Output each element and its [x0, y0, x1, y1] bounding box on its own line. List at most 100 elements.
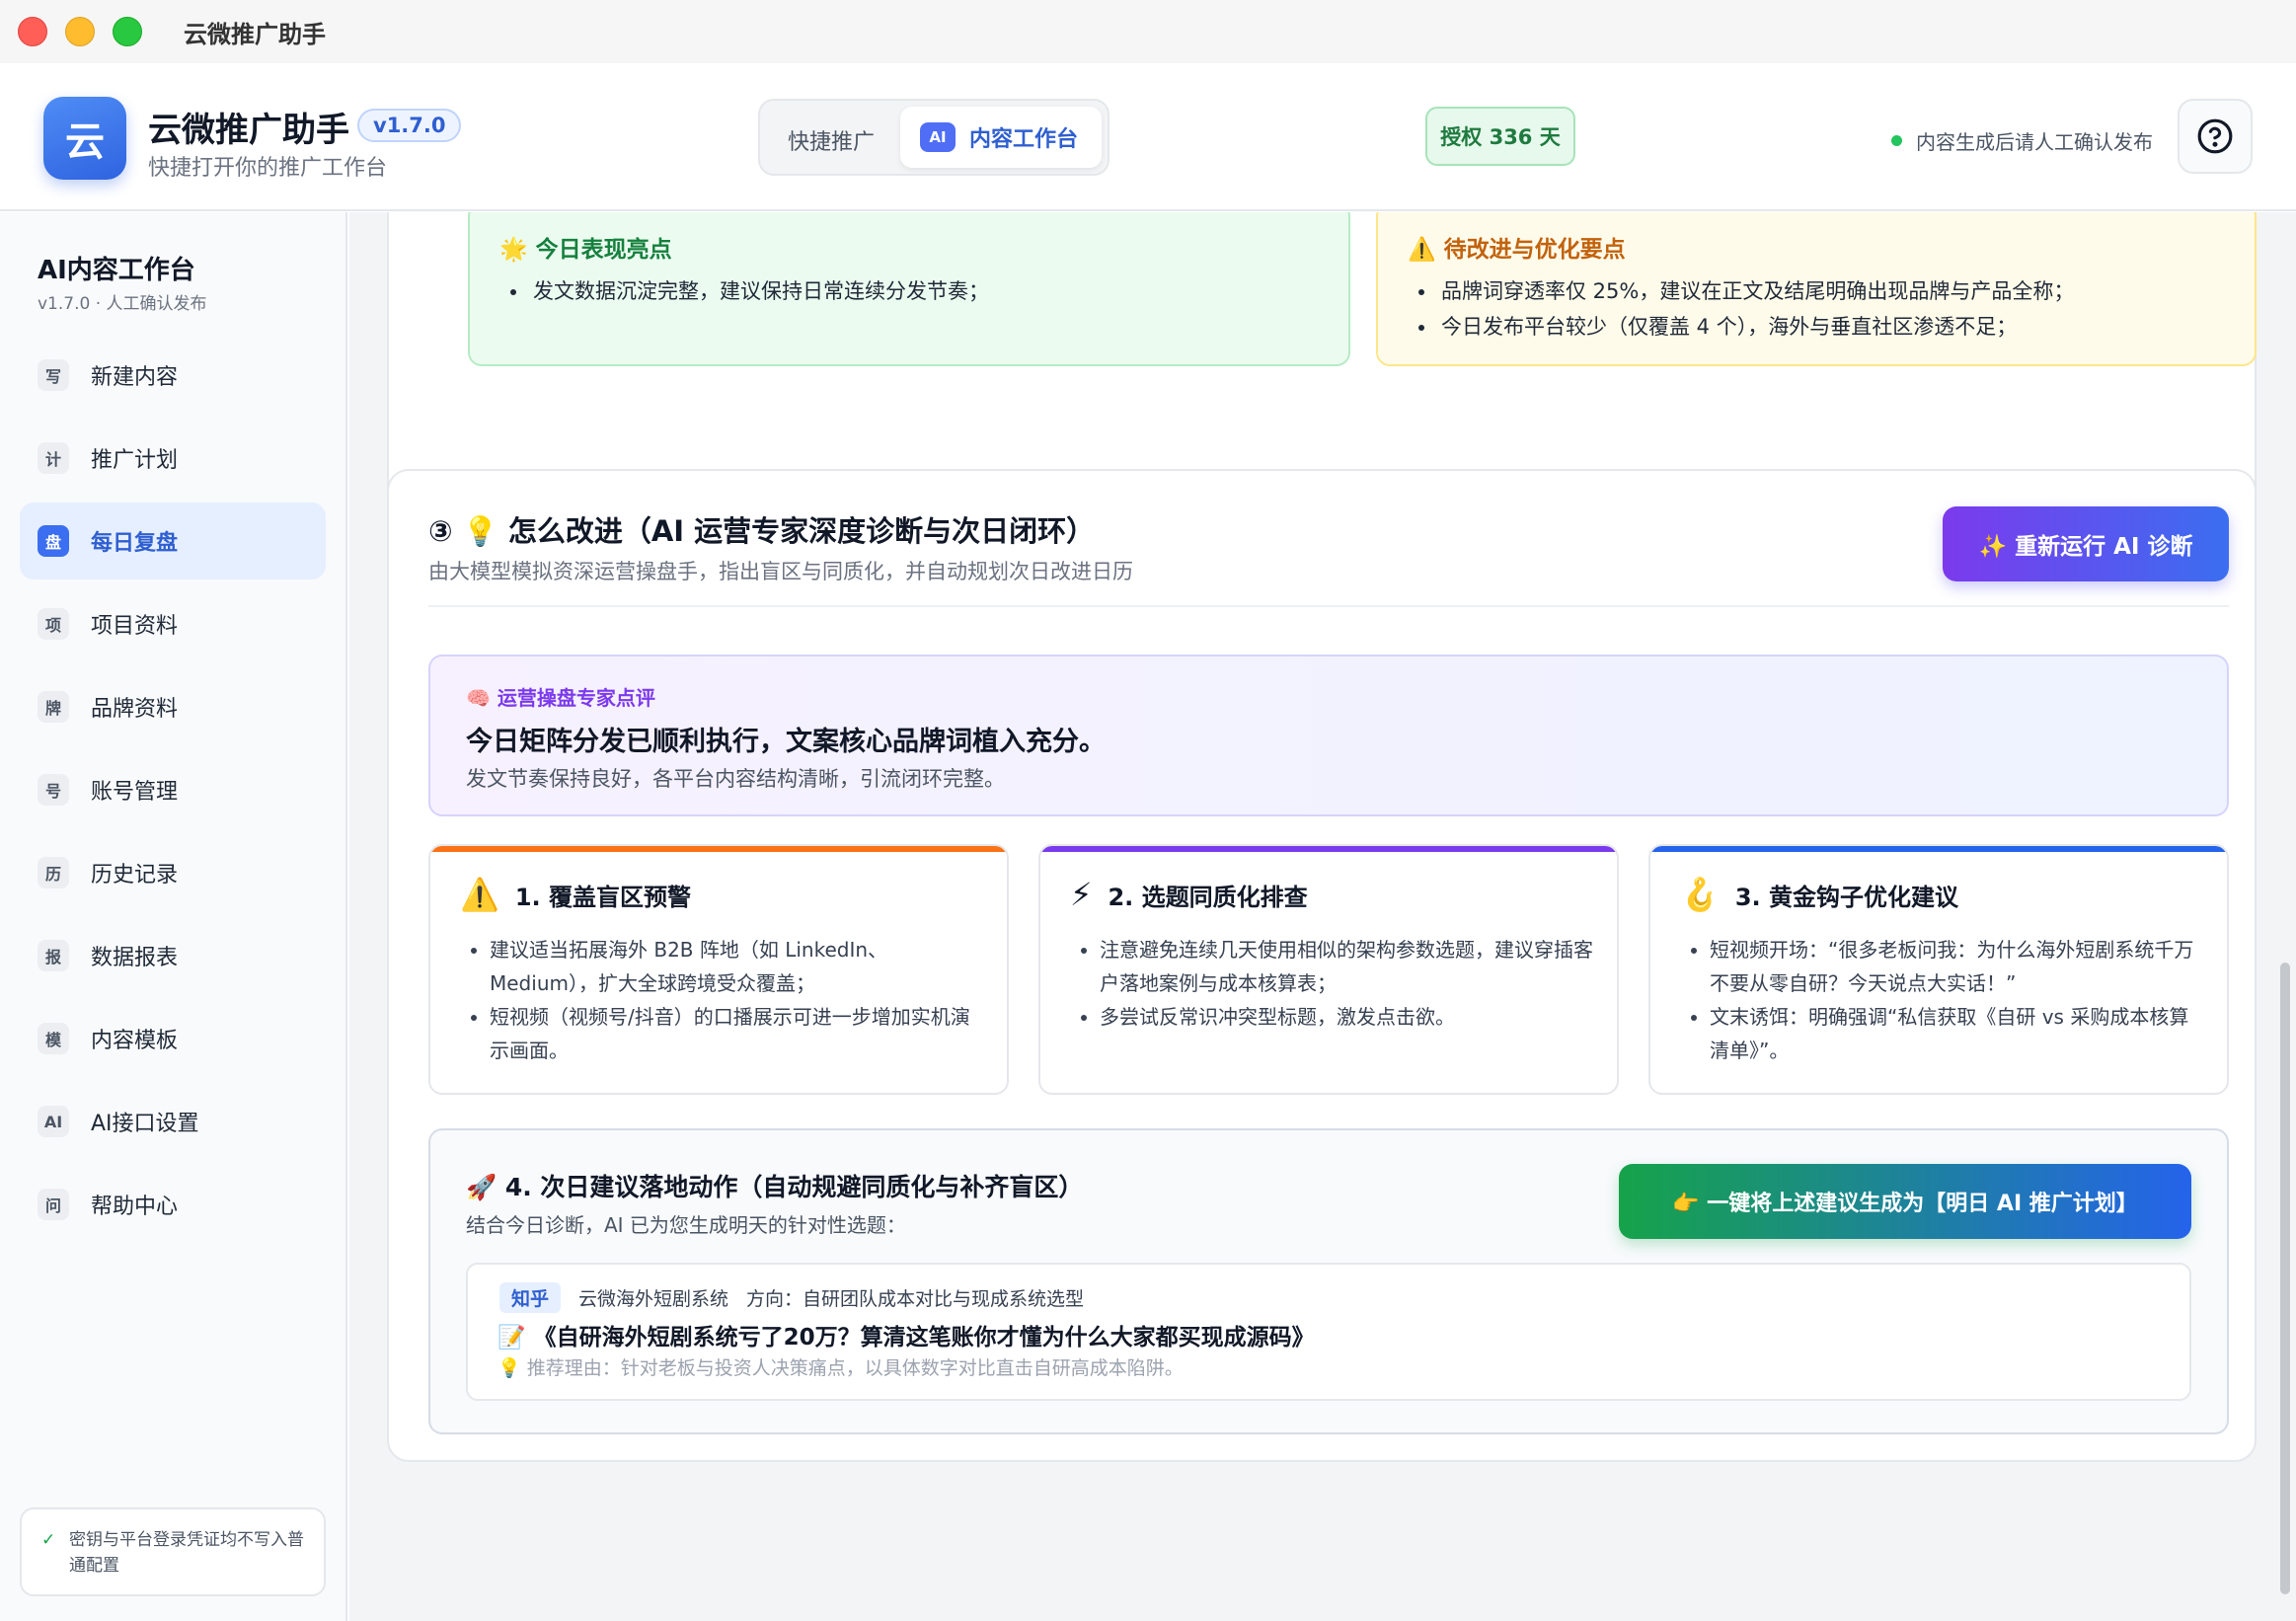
version-badge: v1.7.0 — [357, 109, 462, 142]
topic-direction: 方向：自研团队成本对比与现成系统选型 — [746, 1288, 1085, 1310]
security-note-text: 密钥与平台登录凭证均不写入普通配置 — [69, 1530, 304, 1576]
sidebar-subtitle: v1.7.0 · 人工确认发布 — [38, 294, 207, 314]
publish-notice-text: 内容生成后请人工确认发布 — [1916, 130, 2153, 154]
sidebar-item-label: 新建内容 — [91, 365, 179, 390]
close-window-button[interactable] — [18, 17, 47, 46]
publish-notice: 内容生成后请人工确认发布 — [1891, 126, 2153, 155]
next-day-action-subtitle: 结合今日诊断，AI 已为您生成明天的针对性选题： — [466, 1213, 906, 1237]
list-item: 注意避免连续几天使用相似的架构参数选题，建议穿插客户落地案例与成本核算表； — [1100, 933, 1597, 1000]
generate-plan-button[interactable]: 👉 一键将上述建议生成为【明日 AI 推广计划】 — [1619, 1164, 2191, 1239]
app-header: 云 云微推广助手 v1.7.0 快捷打开你的推广工作台 快捷推广 AI 内容工作… — [0, 63, 2296, 211]
nav-help-icon: 问 — [38, 1189, 69, 1220]
sidebar-title: AI内容工作台 — [38, 256, 195, 285]
sidebar-item-label: 历史记录 — [91, 863, 179, 888]
rerun-ai-diagnosis-button[interactable]: ✨ 重新运行 AI 诊断 — [1943, 506, 2229, 581]
license-badge: 授权 336 天 — [1425, 107, 1575, 166]
list-item: 短视频（视频号/抖音）的口播展示可进一步增加实机演示画面。 — [490, 1000, 987, 1067]
list-item: 短视频开场：“很多老板问我：为什么海外短剧系统千万不要从零自研？今天说点大实话！… — [1710, 933, 2207, 1000]
nav-ai-icon: AI — [38, 1106, 69, 1137]
nav-brand-icon: 牌 — [38, 691, 69, 723]
expert-review-headline: 今日矩阵分发已顺利执行，文案核心品牌词植入充分。 — [466, 727, 1106, 757]
check-icon: ✓ — [41, 1530, 56, 1550]
sidebar-item-templates[interactable]: 模 内容模板 — [20, 1000, 326, 1077]
topic-reason: 💡 推荐理由：针对老板与投资人决策痛点，以具体数字对比直击自研高成本陷阱。 — [497, 1357, 1184, 1379]
list-item: 建议适当拓展海外 B2B 阵地（如 LinkedIn、Medium），扩大全球跨… — [490, 933, 987, 1000]
mode-tab-workbench-label: 内容工作台 — [969, 127, 1079, 152]
hook-icon: 🪝 — [1680, 876, 1720, 913]
improve-title: ③ 💡 怎么改进（AI 运营专家深度诊断与次日闭环） — [428, 514, 1096, 548]
topic-homogeneity-title: ⚡ 2. 选题同质化排查 — [1070, 876, 1308, 913]
list-item: 发文数据沉淀完整，建议保持日常连续分发节奏； — [529, 273, 1329, 309]
expert-review-tag: 🧠 运营操盘专家点评 — [466, 686, 655, 710]
list-item: 文末诱饵：明确强调“私信获取《自研 vs 采购成本核算清单》”。 — [1710, 1000, 2207, 1067]
warning-icon: ⚠️ — [460, 876, 499, 913]
highlights-good-list: 发文数据沉淀完整，建议保持日常连续分发节奏； — [529, 273, 1329, 309]
sidebar-item-label: 账号管理 — [91, 780, 179, 805]
mode-tab-quick[interactable]: 快捷推广 — [788, 124, 875, 156]
window-title: 云微推广助手 — [184, 20, 326, 48]
list-item: 品牌词穿透率仅 25%，建议在正文及结尾明确出现品牌与产品全称； — [1437, 273, 2235, 309]
divider — [428, 605, 2229, 607]
card-title-text: 1. 覆盖盲区预警 — [514, 883, 692, 911]
sidebar-item-reports[interactable]: 报 数据报表 — [20, 917, 326, 994]
main-scrollbar[interactable] — [2280, 963, 2290, 1594]
next-day-action-title: 🚀 4. 次日建议落地动作（自动规避同质化与补齐盲区） — [466, 1173, 1084, 1201]
suggested-topic-card[interactable]: 知乎 云微海外短剧系统 方向：自研团队成本对比与现成系统选型 📝 《自研海外短剧… — [466, 1263, 2191, 1401]
app-subtitle: 快捷打开你的推广工作台 — [148, 156, 388, 181]
topic-account: 云微海外短剧系统 — [578, 1288, 729, 1310]
highlights-warn-title: ⚠️ 待改进与优化要点 — [1408, 237, 1626, 263]
expert-review-box: 🧠 运营操盘专家点评 今日矩阵分发已顺利执行，文案核心品牌词植入充分。 发文节奏… — [428, 655, 2229, 816]
app-name: 云微推广助手 — [148, 111, 349, 150]
sidebar-item-project[interactable]: 项 项目资料 — [20, 585, 326, 662]
improve-subtitle: 由大模型模拟资深运营操盘手，指出盲区与同质化，并自动规划次日改进日历 — [428, 560, 1133, 583]
card-title-text: 2. 选题同质化排查 — [1108, 883, 1308, 911]
window-controls — [18, 17, 142, 46]
golden-hook-card: 🪝 3. 黄金钩子优化建议 短视频开场：“很多老板问我：为什么海外短剧系统千万不… — [1648, 844, 2229, 1095]
minimize-window-button[interactable] — [65, 17, 95, 46]
sidebar-item-label: 内容模板 — [91, 1029, 179, 1053]
nav-review-icon: 盘 — [38, 525, 69, 557]
nav-template-icon: 模 — [38, 1023, 69, 1054]
sidebar-nav: 写 新建内容 计 推广计划 盘 每日复盘 项 项目资料 牌 品牌资料 号 账号管… — [20, 337, 326, 1249]
sidebar-item-plan[interactable]: 计 推广计划 — [20, 420, 326, 497]
ai-chip-icon: AI — [920, 122, 956, 152]
zoom-window-button[interactable] — [113, 17, 142, 46]
card-accent-bar — [1040, 846, 1617, 852]
highlights-good-title: 🌟 今日表现亮点 — [499, 237, 672, 263]
sidebar-item-label: 推广计划 — [91, 448, 179, 473]
golden-hook-title: 🪝 3. 黄金钩子优化建议 — [1680, 876, 1958, 913]
help-button[interactable] — [2178, 99, 2253, 174]
expert-review-detail: 发文节奏保持良好，各平台内容结构清晰，引流闭环完整。 — [466, 767, 1005, 791]
coverage-blindspot-list: 建议适当拓展海外 B2B 阵地（如 LinkedIn、Medium），扩大全球跨… — [490, 933, 987, 1067]
coverage-blindspot-card: ⚠️ 1. 覆盖盲区预警 建议适当拓展海外 B2B 阵地（如 LinkedIn、… — [428, 844, 1009, 1095]
window-titlebar: 云微推广助手 — [0, 0, 2296, 63]
card-title-text: 3. 黄金钩子优化建议 — [1734, 883, 1959, 911]
topic-homogeneity-card: ⚡ 2. 选题同质化排查 注意避免连续几天使用相似的架构参数选题，建议穿插客户落… — [1038, 844, 1619, 1095]
sidebar-item-accounts[interactable]: 号 账号管理 — [20, 751, 326, 828]
improve-section: ③ 💡 怎么改进（AI 运营专家深度诊断与次日闭环） 由大模型模拟资深运营操盘手… — [387, 469, 2257, 1462]
sidebar-item-label: AI接口设置 — [91, 1112, 199, 1136]
main-content: 🌟 今日表现亮点 发文数据沉淀完整，建议保持日常连续分发节奏； ⚠️ 待改进与优… — [349, 212, 2296, 1621]
highlights-good-box: 🌟 今日表现亮点 发文数据沉淀完整，建议保持日常连续分发节奏； — [468, 212, 1350, 366]
nav-write-icon: 写 — [38, 359, 69, 391]
next-day-action-box: 🚀 4. 次日建议落地动作（自动规避同质化与补齐盲区） 结合今日诊断，AI 已为… — [428, 1128, 2229, 1434]
nav-report-icon: 报 — [38, 940, 69, 971]
sidebar-item-help[interactable]: 问 帮助中心 — [20, 1166, 326, 1243]
sidebar-item-brand[interactable]: 牌 品牌资料 — [20, 668, 326, 745]
sidebar: AI内容工作台 v1.7.0 · 人工确认发布 写 新建内容 计 推广计划 盘 … — [0, 212, 347, 1621]
mode-tab-workbench[interactable]: AI 内容工作台 — [900, 107, 1102, 168]
sidebar-item-label: 帮助中心 — [91, 1195, 179, 1219]
highlights-warn-box: ⚠️ 待改进与优化要点 品牌词穿透率仅 25%，建议在正文及结尾明确出现品牌与产… — [1376, 212, 2257, 366]
sidebar-item-ai-settings[interactable]: AI AI接口设置 — [20, 1083, 326, 1160]
sidebar-item-label: 项目资料 — [91, 614, 179, 639]
card-accent-bar — [1650, 846, 2227, 852]
sidebar-item-new-content[interactable]: 写 新建内容 — [20, 337, 326, 414]
nav-project-icon: 项 — [38, 608, 69, 640]
sidebar-item-label: 品牌资料 — [91, 697, 179, 722]
topic-title: 📝 《自研海外短剧系统亏了20万？算清这笔账你才懂为什么大家都买现成源码》 — [497, 1325, 1315, 1351]
topic-meta: 知乎 云微海外短剧系统 方向：自研团队成本对比与现成系统选型 — [499, 1282, 1084, 1313]
highlights-warn-list: 品牌词穿透率仅 25%，建议在正文及结尾明确出现品牌与产品全称； 今日发布平台较… — [1437, 273, 2235, 345]
topic-homogeneity-list: 注意避免连续几天使用相似的架构参数选题，建议穿插客户落地案例与成本核算表； 多尝… — [1100, 933, 1597, 1034]
sidebar-item-daily-review[interactable]: 盘 每日复盘 — [20, 502, 326, 579]
sidebar-item-history[interactable]: 历 历史记录 — [20, 834, 326, 911]
